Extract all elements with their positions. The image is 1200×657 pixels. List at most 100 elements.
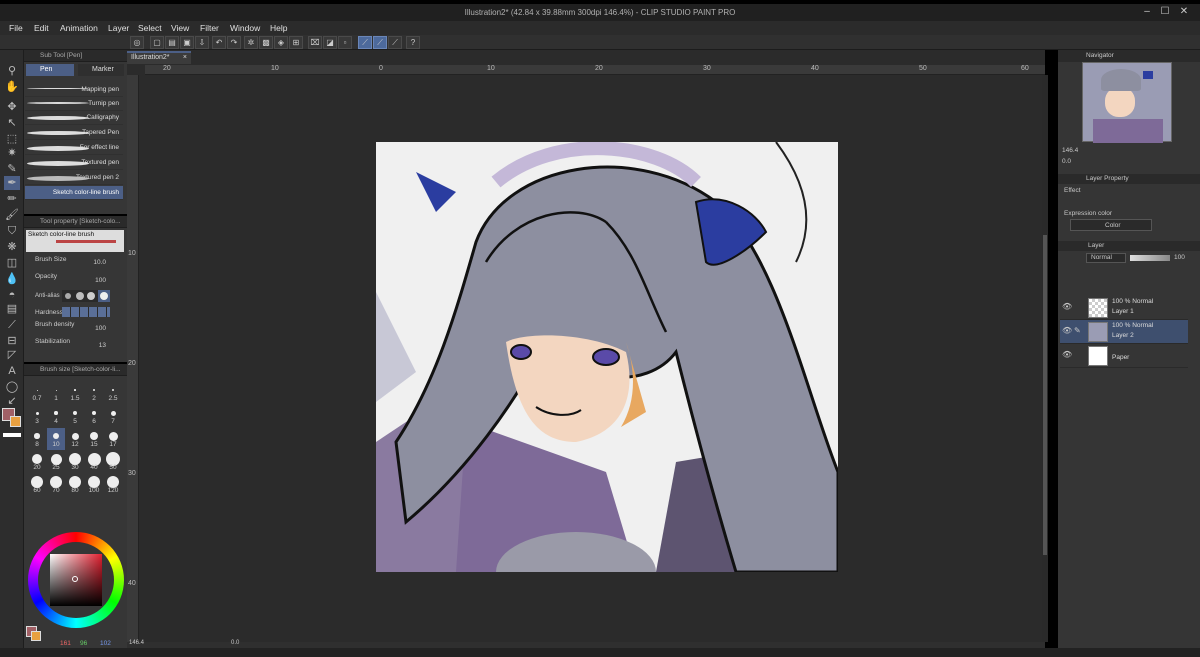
- brush-size-option[interactable]: 50: [104, 451, 122, 473]
- blend-mode-select[interactable]: Normal: [1086, 253, 1126, 263]
- brush-textured-pen[interactable]: Textured pen: [25, 156, 123, 170]
- navigator-preview[interactable]: [1082, 62, 1172, 143]
- snap-special-ruler-icon[interactable]: ⟋: [373, 36, 387, 49]
- fill-icon[interactable]: ◈: [274, 36, 288, 49]
- layer-row-layer-1[interactable]: 👁 100 % Normal Layer 1: [1060, 296, 1188, 320]
- export-icon[interactable]: ⇩: [195, 36, 209, 49]
- brush-size-option[interactable]: 6: [85, 405, 103, 427]
- close-icon[interactable]: ✕: [1177, 6, 1191, 17]
- fill-bucket-icon[interactable]: ◓: [4, 288, 20, 302]
- brush-size-option[interactable]: 100: [85, 474, 103, 496]
- tab-marker[interactable]: Marker: [78, 64, 124, 76]
- brush-size-option[interactable]: 17: [104, 428, 122, 450]
- brush-size-value[interactable]: 10.0: [86, 259, 106, 266]
- eraser-icon[interactable]: ◫: [4, 256, 20, 270]
- hardness-selector[interactable]: [62, 307, 110, 317]
- snap-grid-icon[interactable]: ⟋: [388, 36, 402, 49]
- clip-studio-icon[interactable]: ◎: [130, 36, 144, 49]
- stabilization-value[interactable]: 13: [86, 342, 106, 349]
- brush-size-option[interactable]: 40: [85, 451, 103, 473]
- brush-size-option[interactable]: 4: [47, 405, 65, 427]
- opacity-value[interactable]: 100: [86, 277, 106, 284]
- operation-icon[interactable]: ↖: [4, 116, 20, 130]
- layer-row-paper[interactable]: 👁 Paper: [1060, 344, 1188, 368]
- color-picker-cursor[interactable]: [72, 576, 78, 582]
- selection-area-icon[interactable]: ⬚: [4, 132, 20, 146]
- clear-outside-icon[interactable]: ▩: [259, 36, 273, 49]
- brush-size-option[interactable]: 70: [47, 474, 65, 496]
- brush-size-option[interactable]: 2.5: [104, 382, 122, 404]
- move-icon[interactable]: ✥: [4, 100, 20, 114]
- auto-select-icon[interactable]: ✷: [4, 146, 20, 160]
- menu-select[interactable]: Select: [138, 23, 162, 33]
- navigator-zoom[interactable]: 146.4: [1062, 147, 1078, 154]
- brush-size-option[interactable]: 120: [104, 474, 122, 496]
- redo-icon[interactable]: ↷: [227, 36, 241, 49]
- balloon-icon[interactable]: ◯: [4, 380, 20, 394]
- save-icon[interactable]: ▣: [180, 36, 194, 49]
- pen-icon[interactable]: ✒: [4, 176, 20, 190]
- brush-size-option[interactable]: 1.5: [66, 382, 84, 404]
- brush-size-option[interactable]: 15: [85, 428, 103, 450]
- brush-size-option[interactable]: 12: [66, 428, 84, 450]
- minimize-icon[interactable]: –: [1140, 6, 1154, 17]
- ruler-icon[interactable]: ◸: [4, 348, 20, 362]
- brush-tapered-pen[interactable]: Tapered Pen: [25, 126, 123, 140]
- frame-icon[interactable]: ⊟: [4, 334, 20, 348]
- brush-size-option[interactable]: 2: [85, 382, 103, 404]
- invert-selection-icon[interactable]: ◪: [323, 36, 337, 49]
- brush-textured-pen-2[interactable]: Textured pen 2: [25, 171, 123, 185]
- menu-file[interactable]: File: [9, 23, 23, 33]
- pencil-icon[interactable]: ✏: [4, 192, 20, 206]
- transparent-color-toggle[interactable]: [3, 433, 21, 437]
- vertical-scrollbar[interactable]: [1042, 75, 1048, 642]
- sub-color-chip[interactable]: [31, 631, 41, 641]
- menu-window[interactable]: Window: [230, 23, 260, 33]
- illustration-canvas[interactable]: [376, 142, 838, 572]
- brush-size-option[interactable]: 7: [104, 405, 122, 427]
- brush-calligraphy[interactable]: Calligraphy: [25, 111, 123, 125]
- layer-opacity-value[interactable]: 100: [1174, 254, 1185, 261]
- brush-icon[interactable]: 🖌: [4, 208, 20, 222]
- brush-sketch-color-line[interactable]: Sketch color-line brush: [25, 186, 123, 200]
- maximize-icon[interactable]: ☐: [1158, 6, 1172, 17]
- menu-animation[interactable]: Animation: [60, 23, 98, 33]
- deselect-icon[interactable]: ⌧: [308, 36, 322, 49]
- blend-icon[interactable]: 💧: [4, 272, 20, 286]
- brush-size-option[interactable]: 3: [28, 405, 46, 427]
- visibility-eye-icon[interactable]: 👁: [1062, 350, 1072, 359]
- layer-row-layer-2[interactable]: 👁 ✎ 100 % Normal Layer 2: [1060, 320, 1188, 344]
- brush-size-option[interactable]: 5: [66, 405, 84, 427]
- figure-icon[interactable]: ⟋: [4, 318, 20, 332]
- eyedropper-icon[interactable]: ✎: [4, 162, 20, 176]
- snap-ruler-icon[interactable]: ⟋: [358, 36, 372, 49]
- visibility-eye-icon[interactable]: 👁: [1062, 302, 1072, 311]
- brush-mapping-pen[interactable]: Mapping pen: [25, 83, 123, 97]
- text-icon[interactable]: A: [4, 364, 20, 378]
- brush-size-option[interactable]: 60: [28, 474, 46, 496]
- navigator-rotation[interactable]: 0.0: [1062, 158, 1071, 165]
- brush-size-option[interactable]: 30: [66, 451, 84, 473]
- gradient-icon[interactable]: ▤: [4, 302, 20, 316]
- brush-size-option[interactable]: 10: [47, 428, 65, 450]
- clear-icon[interactable]: ✲: [244, 36, 258, 49]
- brush-size-option[interactable]: 8: [28, 428, 46, 450]
- tab-close-icon[interactable]: ×: [183, 54, 187, 61]
- menu-layer[interactable]: Layer: [108, 23, 129, 33]
- brush-size-option[interactable]: 1: [47, 382, 65, 404]
- brush-size-option[interactable]: 20: [28, 451, 46, 473]
- sub-color-swatch[interactable]: [10, 416, 21, 427]
- tab-pen[interactable]: Pen: [26, 64, 74, 76]
- canvas-rotation-value[interactable]: 0.0: [231, 640, 239, 646]
- canvas-zoom-value[interactable]: 146.4: [129, 640, 144, 646]
- transform-icon[interactable]: ⊞: [289, 36, 303, 49]
- new-icon[interactable]: ▢: [150, 36, 164, 49]
- open-icon[interactable]: ▤: [165, 36, 179, 49]
- brush-size-option[interactable]: 0.7: [28, 382, 46, 404]
- visibility-eye-icon[interactable]: 👁: [1062, 326, 1072, 335]
- hand-icon[interactable]: ✋: [4, 80, 20, 94]
- selection-icon[interactable]: ▫: [338, 36, 352, 49]
- undo-icon[interactable]: ↶: [212, 36, 226, 49]
- airbrush-icon[interactable]: ⛉: [4, 224, 20, 238]
- brush-size-option[interactable]: 80: [66, 474, 84, 496]
